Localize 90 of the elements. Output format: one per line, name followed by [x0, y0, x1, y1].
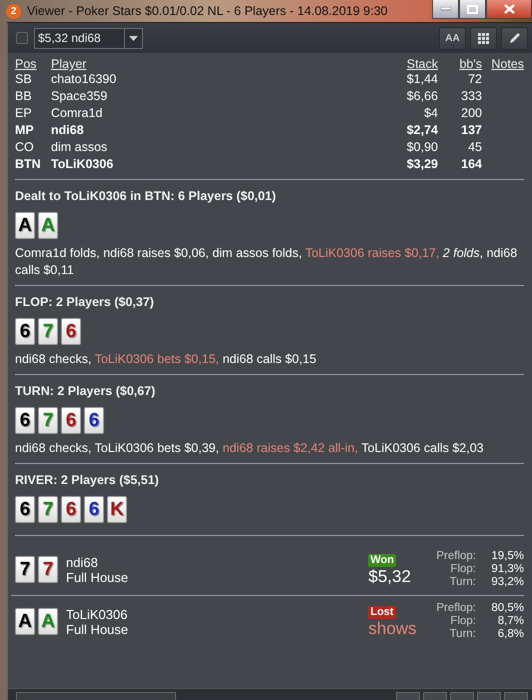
edit-button[interactable] — [501, 26, 528, 50]
maximize-icon — [467, 4, 478, 14]
player-name: ToLiK0306 — [66, 606, 128, 622]
playing-card: A — [15, 608, 35, 635]
street-title: Dealt to ToLiK0306 in BTN: 6 Players ($0,01) — [15, 188, 277, 204]
equity-value: 80,5% — [490, 602, 524, 615]
playing-card: A — [15, 212, 35, 239]
equity-label: Turn: — [448, 628, 476, 641]
playing-card: 6 — [15, 407, 35, 434]
position-cell-text: CO — [15, 139, 35, 156]
big-blinds-cell-text: 333 — [460, 88, 482, 105]
action-text: Comra1d folds, ndi68 raises $0,06, dim assos folds, ToLiK0306 raises $0,17, 2 folds, ndi68 calls $0,11 — [15, 245, 518, 279]
big-blinds-cell-text: 45 — [467, 139, 482, 156]
playing-card: 7 — [38, 407, 58, 434]
result-badge: Won — [368, 554, 396, 566]
equity-value: 91,3% — [490, 563, 524, 576]
playing-card: 6 — [84, 496, 104, 523]
action-text: ndi68 checks, ToLiK0306 bets $0,15, ndi68 calls $0,15 — [15, 351, 318, 368]
app-logo: 2 — [6, 4, 21, 18]
stack-cell-text: $2,74 — [406, 122, 438, 139]
equity-label: Turn: — [448, 576, 476, 589]
playing-card: A — [38, 608, 58, 635]
player-name: Comra1d — [51, 105, 104, 122]
player-name: dim assos — [51, 139, 108, 156]
playing-card: 6 — [15, 496, 35, 523]
playing-card: 6 — [61, 407, 81, 434]
street-title: FLOP: 2 Players ($0,37) — [15, 294, 155, 310]
stack-cell-text: $3,29 — [406, 156, 438, 173]
street-title: TURN: 2 Players ($0,67) — [15, 383, 156, 399]
window-title: Viewer - Poker Stars $0.01/0.02 NL - 6 Players - 14.08.2019 9:30 — [27, 4, 388, 18]
hand-rank: Full House — [66, 570, 130, 584]
equity-label: Flop: — [449, 615, 476, 628]
playing-card: 7 — [38, 318, 58, 345]
playing-card: K — [107, 496, 127, 523]
playing-card: 7 — [15, 556, 35, 583]
stack-cell-text: $4 — [423, 105, 438, 122]
position-cell-text: MP — [15, 122, 35, 139]
big-blinds-cell-text: 200 — [460, 105, 482, 122]
hand-dropdown[interactable]: $5,32 ndi68 — [34, 28, 143, 48]
player-name: ndi68 — [51, 122, 85, 139]
maximize-button[interactable] — [459, 0, 486, 19]
position-cell-text: EP — [15, 105, 33, 122]
checkbox[interactable] — [16, 32, 28, 44]
font-size-button[interactable]: AA — [439, 26, 466, 50]
stack-cell-text: $1,44 — [406, 71, 438, 88]
playing-card: A — [38, 212, 58, 239]
pencil-icon — [508, 31, 522, 45]
minimize-button[interactable] — [432, 0, 459, 19]
column-header[interactable]: Notes — [482, 57, 524, 71]
big-blinds-cell-text: 137 — [460, 122, 482, 139]
player-name: ndi68 — [66, 554, 99, 570]
close-button[interactable] — [486, 0, 532, 19]
equity-label: Preflop: — [436, 602, 476, 615]
playing-card: 7 — [38, 496, 58, 523]
hand-rank: Full House — [66, 622, 130, 636]
result-badge: Lost — [368, 606, 396, 618]
playing-card: 6 — [61, 318, 81, 345]
column-header[interactable]: bb's — [438, 57, 482, 71]
equity-label: Flop: — [449, 563, 476, 576]
equity-value: 93,2% — [490, 576, 524, 589]
column-header[interactable]: Stack — [358, 57, 438, 71]
position-cell-text: BTN — [15, 156, 42, 173]
action-text: ndi68 checks, ToLiK0306 bets $0,39, ndi68 raises $2,42 all-in, ToLiK0306 calls $2,03 — [15, 440, 485, 457]
playing-card: 7 — [38, 556, 58, 583]
big-blinds-cell-text: 72 — [467, 71, 482, 88]
result-amount: $5,32 — [368, 566, 411, 586]
equity-value: 8,7% — [496, 615, 524, 628]
column-header[interactable]: Player — [51, 57, 358, 71]
stack-cell-text: $0,90 — [406, 139, 438, 156]
playing-card: 6 — [84, 407, 104, 434]
equity-value: 19,5% — [490, 550, 524, 563]
player-name: ToLiK0306 — [51, 156, 114, 173]
minimize-icon — [440, 7, 450, 11]
big-blinds-cell-text: 164 — [460, 156, 482, 173]
equity-value: 6,8% — [496, 628, 524, 641]
player-name: chato16390 — [51, 71, 118, 88]
column-header[interactable]: Pos — [15, 57, 51, 71]
player-name: Space359 — [51, 88, 108, 105]
playing-card: 6 — [61, 496, 81, 523]
street-title: RIVER: 2 Players ($5,51) — [15, 472, 160, 488]
position-cell-text: BB — [15, 88, 33, 105]
playing-card: 6 — [15, 318, 35, 345]
grid-button[interactable] — [470, 26, 497, 50]
stack-cell-text: $6,66 — [406, 88, 438, 105]
caret-icon — [129, 36, 138, 40]
grid-icon — [478, 32, 489, 44]
position-cell-text: SB — [15, 71, 33, 88]
close-icon — [504, 4, 514, 14]
equity-label: Preflop: — [436, 550, 476, 563]
result-amount: shows — [368, 618, 417, 638]
